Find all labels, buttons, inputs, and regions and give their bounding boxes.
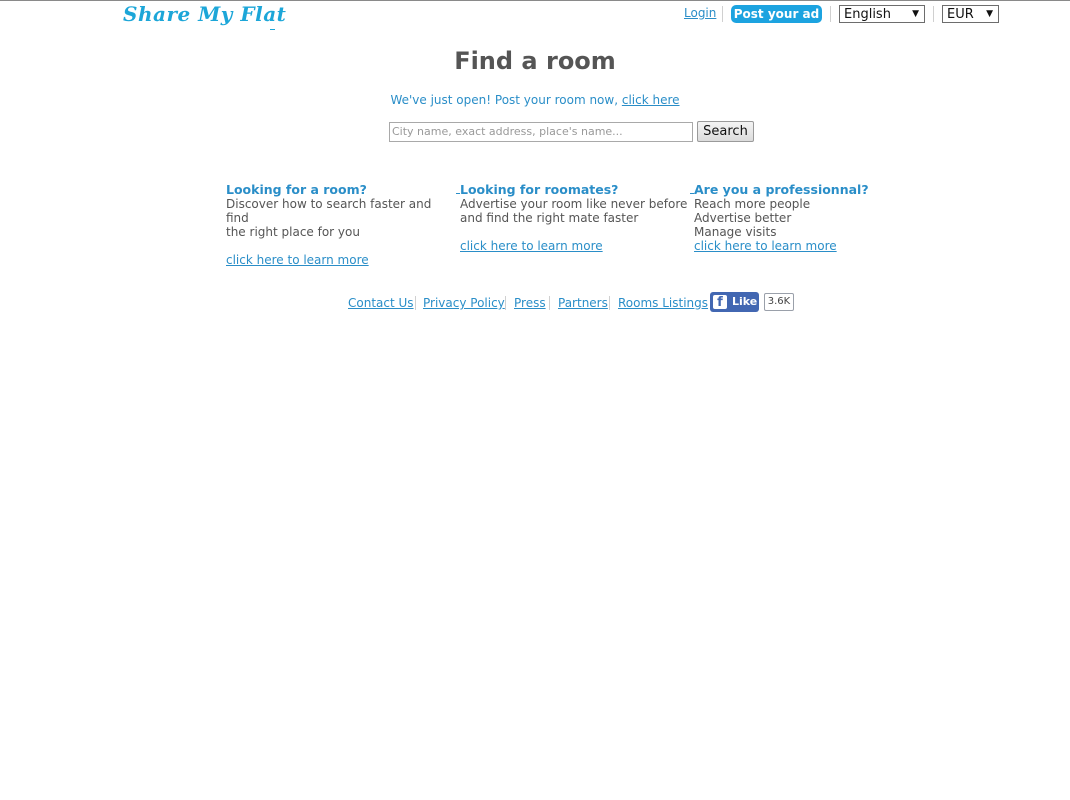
- learn-more-link[interactable]: click here to learn more: [460, 239, 690, 253]
- post-ad-button[interactable]: Post your ad: [731, 5, 822, 23]
- footer-link-privacy[interactable]: Privacy Policy: [423, 296, 505, 310]
- footer-link-rooms-listings[interactable]: Rooms Listings: [618, 296, 708, 310]
- footer-link-item: Partners: [558, 296, 608, 310]
- footer-divider: [609, 296, 610, 310]
- footer-link-item: Privacy Policy: [423, 296, 505, 310]
- column-text-line: Manage visits: [694, 225, 777, 239]
- language-select-value: English: [844, 7, 891, 22]
- footer-link-item: Press: [514, 296, 546, 310]
- page-title: Find a room: [454, 47, 616, 75]
- column-text-line: and find the right mate faster: [460, 211, 639, 225]
- header-divider: [722, 6, 723, 22]
- login-link[interactable]: Login: [684, 6, 716, 20]
- learn-more-link[interactable]: click here to learn more: [694, 239, 924, 253]
- footer-divider: [415, 296, 416, 310]
- currency-select[interactable]: EUR ▼: [942, 5, 999, 23]
- info-column-roommates: Looking for roomates? Advertise your roo…: [460, 182, 690, 253]
- info-column-professionals: Are you a professionnal? Reach more peop…: [694, 182, 924, 253]
- header-divider: [830, 6, 831, 22]
- footer-link-item: Contact Us: [348, 296, 414, 310]
- search-input[interactable]: City name, exact address, place's name..…: [389, 122, 693, 142]
- column-heading: Looking for a room?: [226, 182, 367, 197]
- info-column-room-seekers: Looking for a room? Discover how to sear…: [226, 182, 456, 267]
- column-text-line: Discover how to search faster and find: [226, 197, 432, 225]
- column-text-line: Advertise better: [694, 211, 792, 225]
- learn-more-link[interactable]: click here to learn more: [226, 253, 456, 267]
- dropdown-caret-icon: ▼: [986, 9, 993, 19]
- logo-underline-mark: [270, 29, 275, 30]
- dropdown-caret-icon: ▼: [912, 9, 919, 19]
- post-room-link[interactable]: click here: [622, 93, 680, 107]
- footer-divider: [549, 296, 550, 310]
- announcement: We've just open! Post your room now, cli…: [0, 93, 1070, 107]
- facebook-icon: f: [713, 295, 727, 310]
- language-select[interactable]: English ▼: [839, 5, 925, 23]
- footer-link-contact[interactable]: Contact Us: [348, 296, 414, 310]
- currency-select-value: EUR: [947, 7, 974, 22]
- column-text-line: Advertise your room like never before: [460, 197, 688, 211]
- announcement-text: We've just open! Post your room now,: [390, 93, 622, 107]
- footer-link-partners[interactable]: Partners: [558, 296, 608, 310]
- column-heading: Are you a professionnal?: [694, 182, 869, 197]
- footer-divider: [505, 296, 506, 310]
- column-text-line: the right place for you: [226, 225, 360, 239]
- footer-link-item: Rooms Listings: [618, 296, 708, 310]
- top-border: [0, 0, 1070, 1]
- facebook-like-count: 3.6K: [764, 293, 794, 311]
- facebook-like-label: Like: [732, 295, 758, 308]
- column-heading: Looking for roomates?: [460, 182, 619, 197]
- site-logo[interactable]: Share My Flat: [123, 2, 286, 26]
- footer-link-press[interactable]: Press: [514, 296, 546, 310]
- header-divider: [933, 6, 934, 22]
- search-button[interactable]: Search: [697, 121, 754, 142]
- facebook-like-button[interactable]: f Like: [710, 292, 759, 312]
- column-text-line: Reach more people: [694, 197, 811, 211]
